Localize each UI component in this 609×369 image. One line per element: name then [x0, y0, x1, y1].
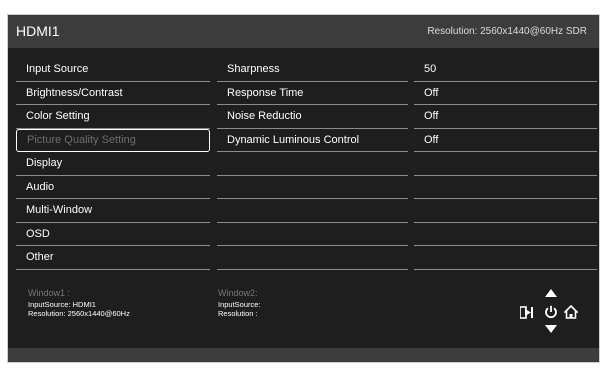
window2-label: Window2:: [218, 288, 258, 298]
value-dynamic-luminous-control[interactable]: Off: [414, 129, 597, 152]
window1-input-source: InputSource: HDMI1: [28, 300, 96, 309]
main-menu: Input Source Brightness/Contrast Color S…: [16, 58, 210, 270]
submenu-item-dynamic-luminous-control[interactable]: Dynamic Luminous Control: [217, 129, 408, 152]
bottom-bar: [8, 348, 599, 362]
menu-item-color-setting[interactable]: Color Setting: [16, 105, 210, 129]
power-icon[interactable]: [544, 305, 558, 319]
submenu-empty-row: [217, 176, 408, 199]
menu-item-picture-quality-setting[interactable]: Picture Quality Setting: [16, 128, 210, 152]
value-noise-reduction[interactable]: Off: [414, 105, 597, 129]
submenu: Sharpness Response Time Noise Reductio D…: [217, 58, 408, 270]
value-empty-row: [414, 176, 597, 199]
submenu-empty-row: [217, 199, 408, 223]
value-empty-row: [414, 152, 597, 176]
navigation-key-guide: [514, 289, 584, 335]
menu-item-display[interactable]: Display: [16, 152, 210, 176]
exit-icon[interactable]: [520, 306, 534, 319]
menu-item-other[interactable]: Other: [16, 246, 210, 270]
menu-item-input-source[interactable]: Input Source: [16, 58, 210, 82]
value-column: 50 Off Off Off: [414, 58, 597, 270]
window2-input-source: InputSource:: [218, 300, 261, 309]
submenu-item-noise-reduction[interactable]: Noise Reductio: [217, 105, 408, 129]
window2-info: Window2: InputSource: Resolution :: [218, 288, 261, 318]
window1-resolution: Resolution: 2560x1440@60Hz: [28, 309, 130, 318]
value-empty-row: [414, 246, 597, 270]
value-empty-row: [414, 223, 597, 246]
menu-item-osd[interactable]: OSD: [16, 223, 210, 246]
resolution-status: Resolution: 2560x1440@60Hz SDR: [427, 26, 587, 37]
down-arrow-icon[interactable]: [545, 325, 557, 333]
submenu-item-sharpness[interactable]: Sharpness: [217, 58, 408, 82]
title-bar: HDMI1 Resolution: 2560x1440@60Hz SDR: [8, 15, 599, 48]
menu-item-multi-window[interactable]: Multi-Window: [16, 199, 210, 223]
osd-menu-window: HDMI1 Resolution: 2560x1440@60Hz SDR Inp…: [7, 14, 600, 363]
submenu-empty-row: [217, 152, 408, 176]
window1-label: Window1 :: [28, 288, 71, 298]
window1-info: Window1 : InputSource: HDMI1 Resolution:…: [28, 288, 130, 318]
window2-resolution: Resolution :: [218, 309, 258, 318]
current-input-label: HDMI1: [16, 23, 60, 39]
value-empty-row: [414, 199, 597, 223]
submenu-item-response-time[interactable]: Response Time: [217, 82, 408, 105]
menu-item-brightness-contrast[interactable]: Brightness/Contrast: [16, 82, 210, 105]
value-sharpness[interactable]: 50: [414, 58, 597, 82]
submenu-empty-row: [217, 246, 408, 270]
menu-item-audio[interactable]: Audio: [16, 176, 210, 199]
value-response-time[interactable]: Off: [414, 82, 597, 105]
home-icon[interactable]: [564, 305, 578, 319]
submenu-empty-row: [217, 223, 408, 246]
up-arrow-icon[interactable]: [545, 289, 557, 297]
